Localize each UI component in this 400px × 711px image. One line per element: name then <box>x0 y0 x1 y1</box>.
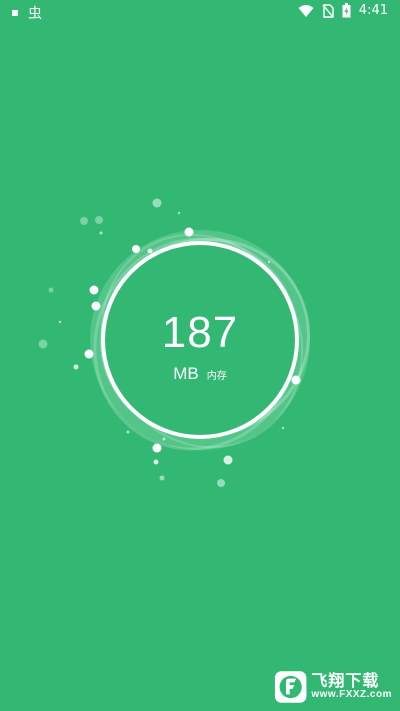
particle <box>80 217 88 225</box>
memory-unit: MB <box>173 364 199 383</box>
watermark-text: 飞翔下载 www.FXXZ.com <box>311 673 392 700</box>
watermark-logo-icon <box>274 671 307 703</box>
particle <box>281 426 285 430</box>
particle <box>177 211 181 215</box>
particle <box>99 231 103 235</box>
memory-value: 187 <box>161 308 239 357</box>
particle <box>217 479 225 487</box>
particle <box>147 248 153 254</box>
particle <box>159 475 165 481</box>
watermark: 飞翔下载 www.FXXZ.com <box>274 667 392 707</box>
particle <box>152 443 162 453</box>
particle <box>126 430 130 434</box>
particle <box>184 227 194 237</box>
particle <box>152 198 162 208</box>
particle <box>153 459 159 465</box>
memory-unit-row: MB 内存 <box>0 364 400 384</box>
particle <box>267 260 271 264</box>
watermark-title: 飞翔下载 <box>311 671 380 691</box>
particle <box>89 285 99 295</box>
particle <box>223 455 233 465</box>
memory-label: 内存 <box>206 371 227 382</box>
particle <box>132 245 140 253</box>
watermark-subtitle: www.FXXZ.com <box>311 689 392 701</box>
particle <box>162 437 166 441</box>
particle <box>48 287 54 293</box>
particle <box>95 216 103 224</box>
